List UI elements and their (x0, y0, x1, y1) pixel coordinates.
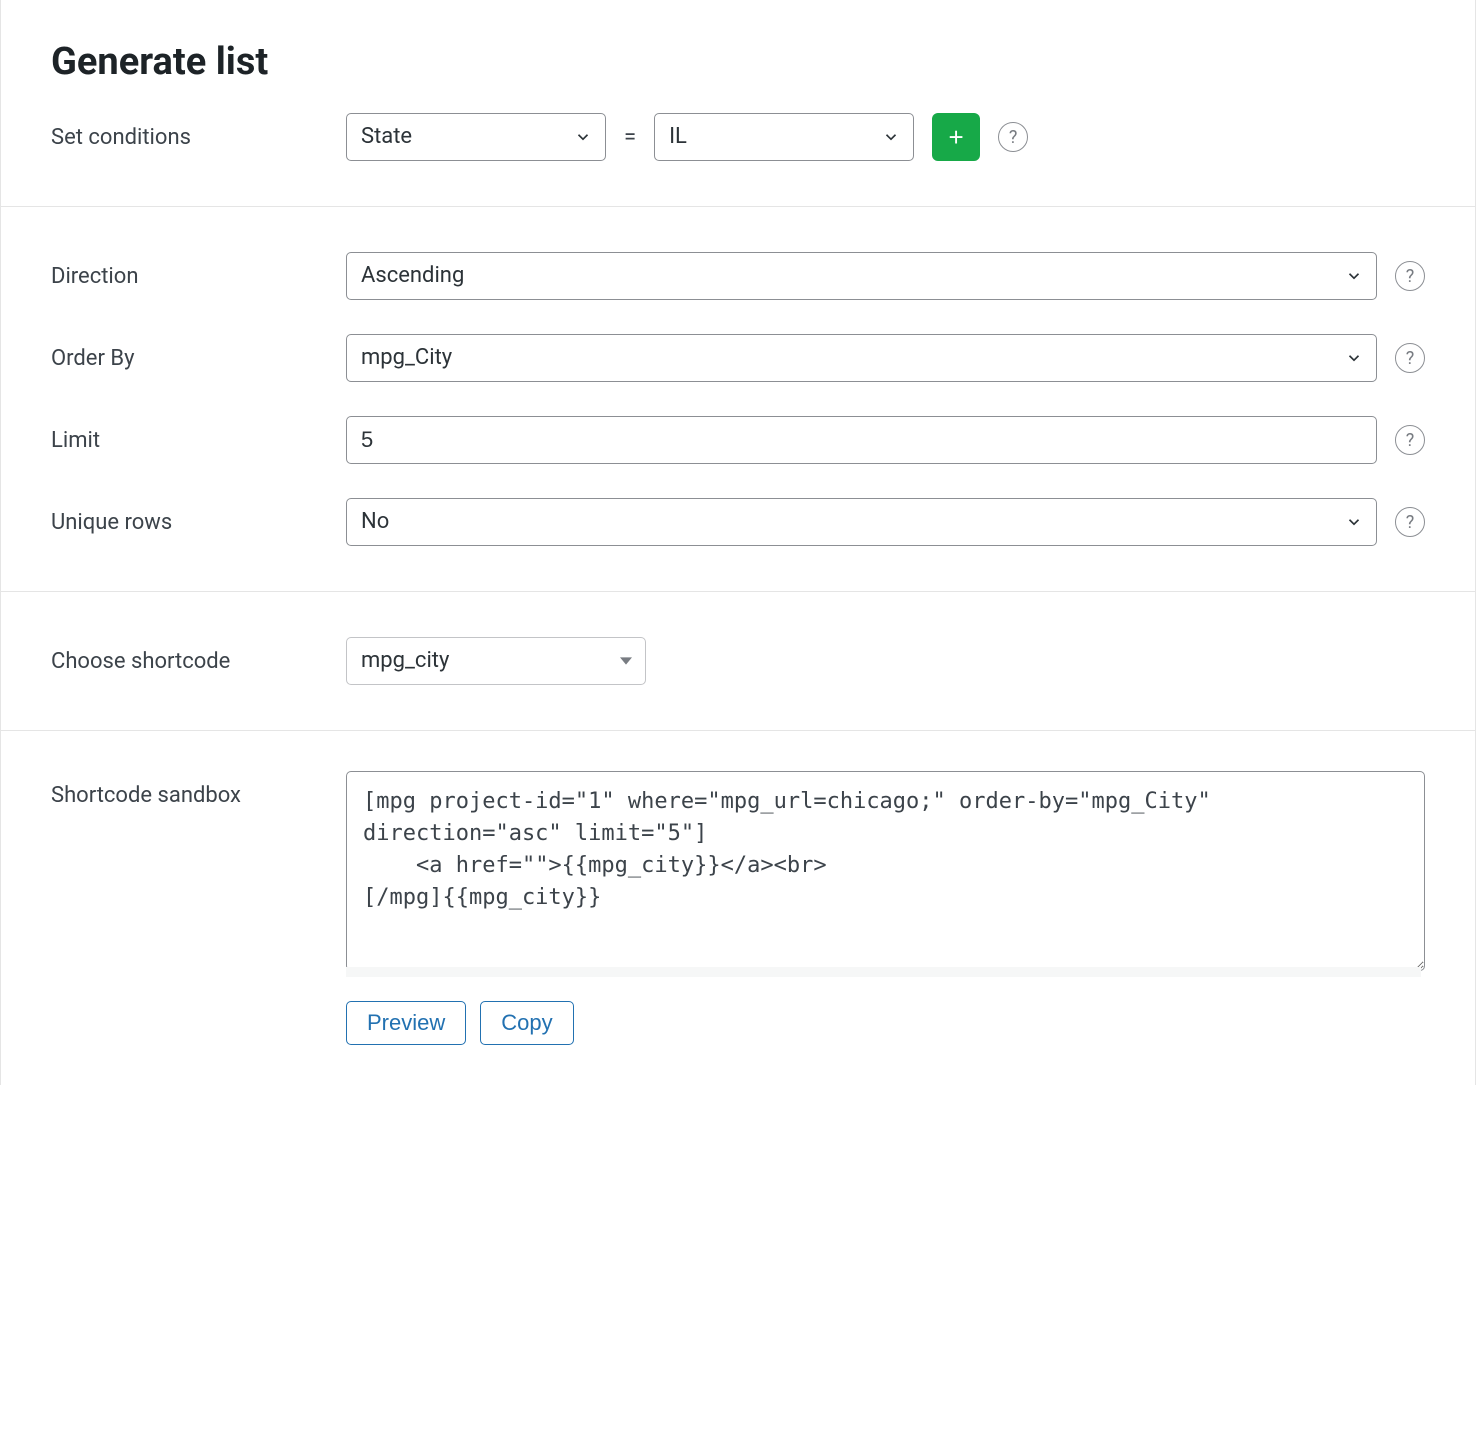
shortcode-sandbox-textarea[interactable] (346, 771, 1425, 971)
unique-rows-label: Unique rows (51, 510, 346, 535)
textarea-shadow (346, 967, 1421, 977)
order-by-label: Order By (51, 346, 346, 371)
shortcode-sandbox-label: Shortcode sandbox (51, 771, 346, 808)
help-icon[interactable]: ? (1395, 425, 1425, 455)
order-by-select[interactable]: mpg_City (346, 334, 1377, 382)
add-condition-button[interactable]: + (932, 113, 980, 161)
direction-label: Direction (51, 264, 346, 289)
condition-value-select[interactable]: IL (654, 113, 914, 161)
condition-operator: = (624, 125, 636, 150)
help-icon[interactable]: ? (1395, 261, 1425, 291)
preview-button[interactable]: Preview (346, 1001, 466, 1045)
choose-shortcode-label: Choose shortcode (51, 649, 346, 674)
help-icon[interactable]: ? (1395, 507, 1425, 537)
help-icon[interactable]: ? (1395, 343, 1425, 373)
limit-label: Limit (51, 428, 346, 453)
condition-field-select[interactable]: State (346, 113, 606, 161)
direction-select[interactable]: Ascending (346, 252, 1377, 300)
shortcode-select[interactable]: mpg_city (346, 637, 646, 685)
help-icon[interactable]: ? (998, 122, 1028, 152)
copy-button[interactable]: Copy (480, 1001, 573, 1045)
unique-rows-select[interactable]: No (346, 498, 1377, 546)
set-conditions-label: Set conditions (51, 125, 346, 150)
page-title: Generate list (51, 40, 1425, 84)
limit-input[interactable] (346, 416, 1377, 464)
